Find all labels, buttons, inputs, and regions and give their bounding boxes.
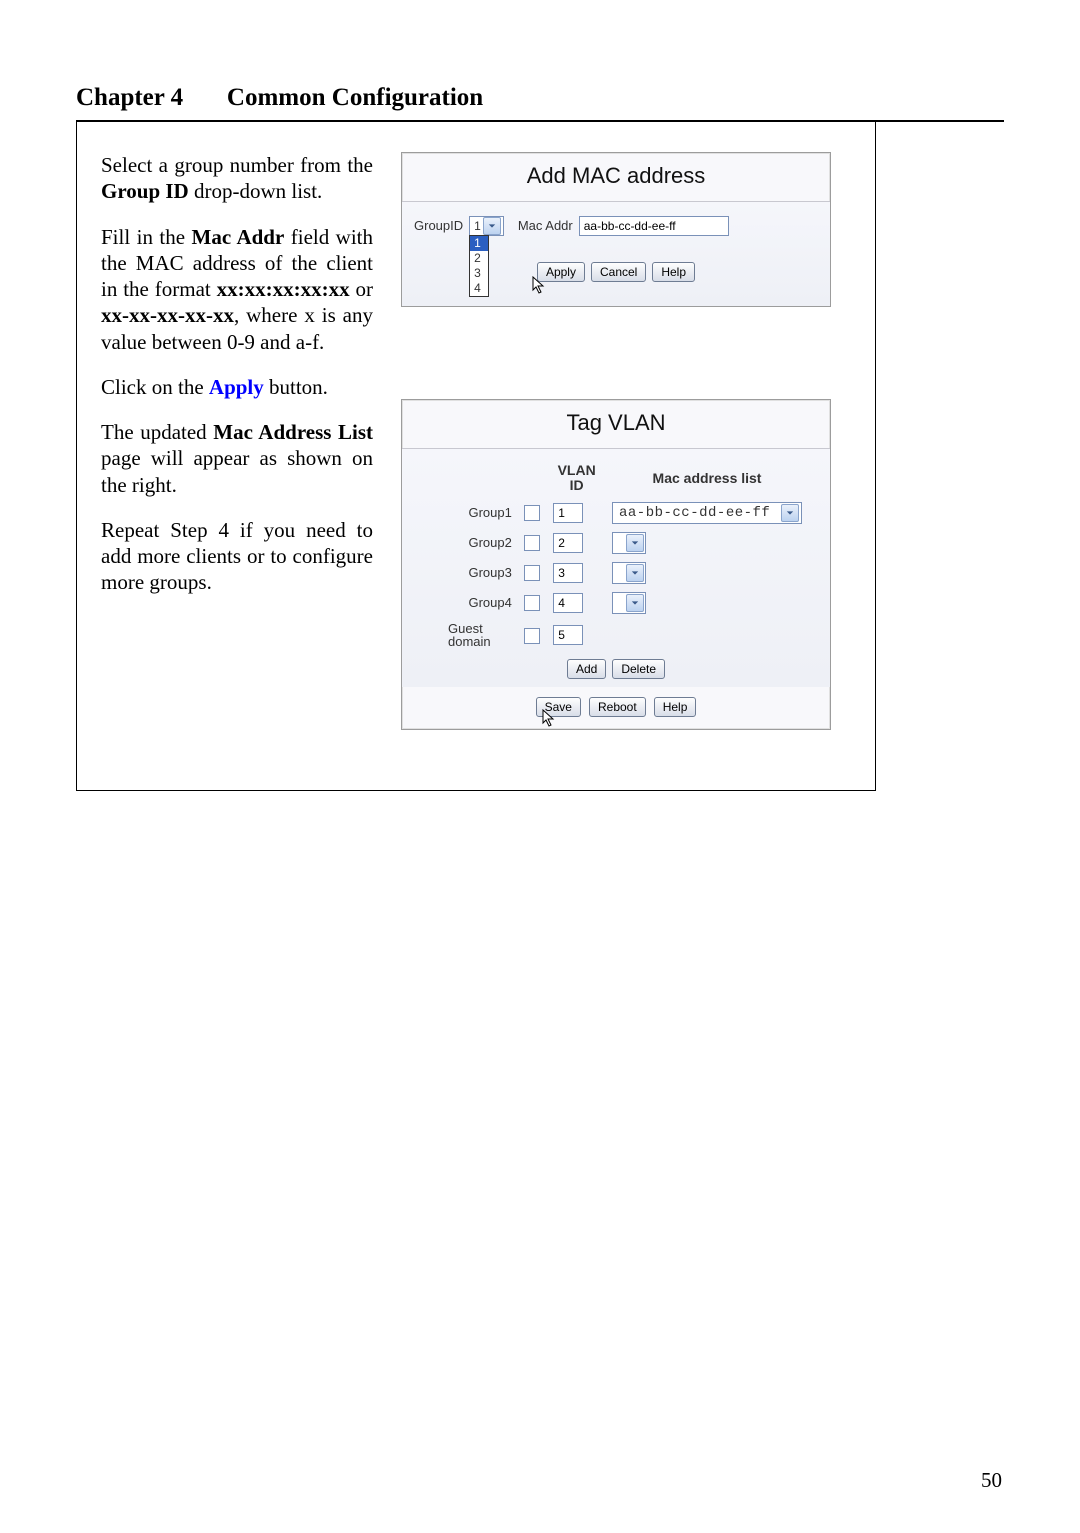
mac-address-select[interactable] (612, 562, 646, 584)
tag-vlan-title: Tag VLAN (402, 400, 830, 448)
group-id-option[interactable]: 3 (470, 266, 488, 281)
instruction-p1: Select a group number from the Group ID … (101, 152, 373, 205)
mac-address-select[interactable] (612, 532, 646, 554)
text: drop-down list. (189, 179, 323, 203)
reboot-button[interactable]: Reboot (589, 697, 646, 717)
group-id-dropdown[interactable]: 1 1 2 3 4 (469, 216, 504, 236)
text-bold: xx-xx-xx-xx-xx (101, 303, 234, 327)
apply-link-text: Apply (209, 375, 264, 399)
mac-value: aa-bb-cc-dd-ee-ff (619, 505, 770, 521)
vlan-id-input[interactable] (553, 593, 583, 613)
chevron-down-icon (781, 504, 799, 522)
vlan-id-input[interactable] (553, 625, 583, 645)
chapter-title: Chapter 4 Common Configuration (76, 84, 1004, 112)
group-checkbox[interactable] (524, 535, 540, 551)
add-mac-panel: Add MAC address GroupID 1 (401, 152, 831, 307)
group-label: Guestdomain (424, 618, 518, 653)
tag-vlan-panel: Tag VLAN VLANID Mac address list (401, 399, 831, 730)
page-number: 50 (981, 1468, 1002, 1493)
table-row: Group3 (424, 558, 808, 588)
mac-address-select[interactable]: aa-bb-cc-dd-ee-ff (612, 502, 802, 524)
col-vlan-id: VLANID (547, 459, 606, 498)
instruction-p4: The updated Mac Address List page will a… (101, 419, 373, 498)
group-checkbox[interactable] (524, 595, 540, 611)
help-button[interactable]: Help (652, 262, 695, 282)
text: page will appear as shown on the right. (101, 446, 373, 496)
delete-button[interactable]: Delete (612, 659, 665, 679)
add-mac-title: Add MAC address (402, 153, 830, 201)
mac-addr-input[interactable] (579, 216, 729, 236)
group-id-options[interactable]: 1 2 3 4 (469, 235, 489, 297)
table-row: Guestdomain (424, 618, 808, 653)
text: or (350, 277, 373, 301)
apply-button[interactable]: Apply (537, 262, 585, 282)
group-label: Group3 (424, 558, 518, 588)
table-row: Group4 (424, 588, 808, 618)
text: Fill in the (101, 225, 192, 249)
text: Select a group number from the (101, 153, 373, 177)
chevron-down-icon (626, 594, 644, 612)
screenshots-column: Add MAC address GroupID 1 (401, 152, 831, 730)
instruction-p2: Fill in the Mac Addr field with the MAC … (101, 224, 373, 355)
group-id-value: 1 (474, 219, 481, 233)
group-checkbox[interactable] (524, 628, 540, 644)
mac-address-select[interactable] (612, 592, 646, 614)
save-button[interactable]: Save (536, 697, 581, 717)
instruction-p3: Click on the Apply button. (101, 374, 373, 400)
group-label: Group1 (424, 498, 518, 528)
group-checkbox[interactable] (524, 505, 540, 521)
text-bold: Mac Addr (192, 225, 285, 249)
chevron-down-icon (626, 564, 644, 582)
group-id-option[interactable]: 1 (470, 236, 488, 251)
vlan-id-input[interactable] (553, 533, 583, 553)
chevron-down-icon (483, 217, 501, 235)
text-bold: xx:xx:xx:xx:xx (217, 277, 350, 301)
group-checkbox[interactable] (524, 565, 540, 581)
vlan-id-input[interactable] (553, 503, 583, 523)
add-button[interactable]: Add (567, 659, 606, 679)
chevron-down-icon (626, 534, 644, 552)
table-row: Group1 aa-bb-cc-dd-ee-ff (424, 498, 808, 528)
help-button[interactable]: Help (654, 697, 697, 717)
text: Click on the (101, 375, 209, 399)
group-id-label: GroupID (414, 216, 463, 233)
text-bold: Mac Address List (213, 420, 373, 444)
group-id-option[interactable]: 4 (470, 281, 488, 296)
text: The updated (101, 420, 213, 444)
instructions-column: Select a group number from the Group ID … (101, 152, 373, 615)
mac-addr-label: Mac Addr (518, 216, 573, 233)
group-label: Group2 (424, 528, 518, 558)
content-box: Select a group number from the Group ID … (76, 121, 876, 791)
group-label: Group4 (424, 588, 518, 618)
vlan-id-input[interactable] (553, 563, 583, 583)
instruction-p5: Repeat Step 4 if you need to add more cl… (101, 517, 373, 596)
col-mac-list: Mac address list (606, 459, 808, 498)
table-row: Group2 (424, 528, 808, 558)
text-bold: Group ID (101, 179, 189, 203)
text: button. (264, 375, 328, 399)
vlan-table: VLANID Mac address list Group1 aa-bb-cc-d… (424, 459, 808, 653)
group-id-option[interactable]: 2 (470, 251, 488, 266)
cancel-button[interactable]: Cancel (591, 262, 646, 282)
